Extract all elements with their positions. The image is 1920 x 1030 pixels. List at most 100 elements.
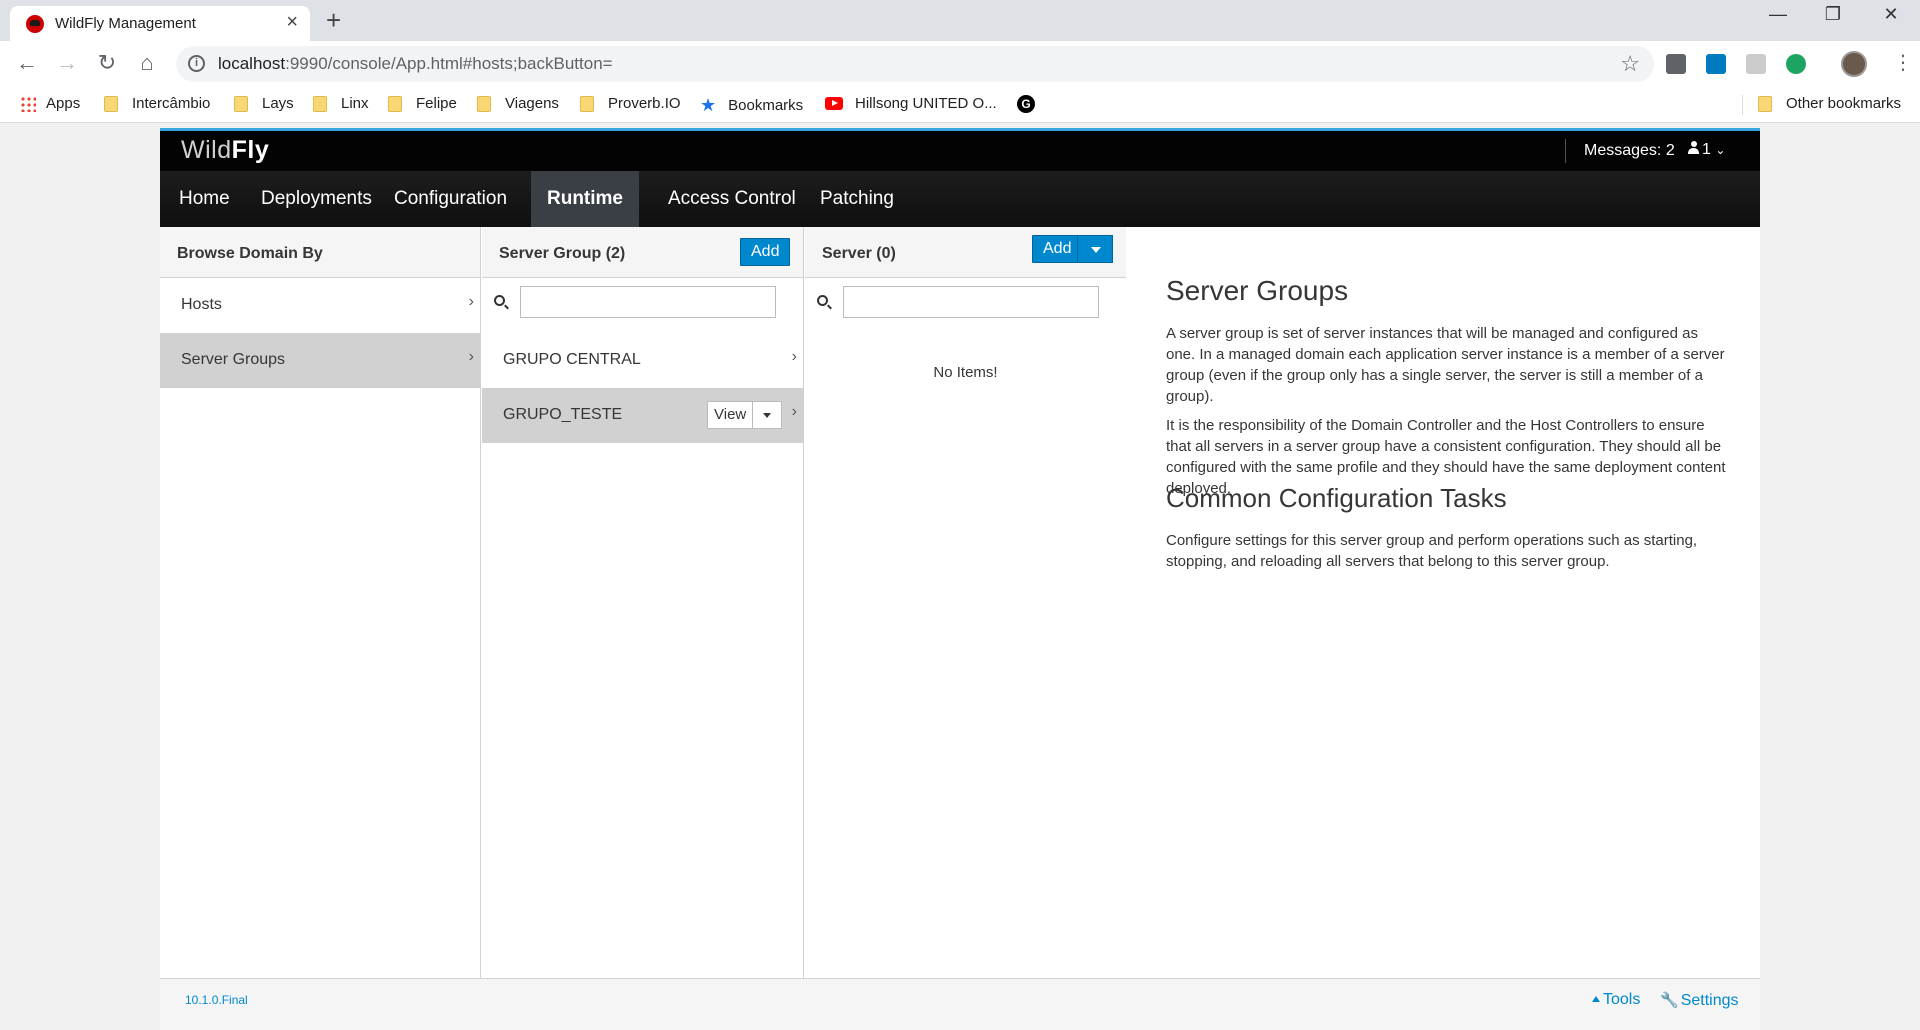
messages-link[interactable]: Messages: 2 [1584,142,1675,160]
profile-avatar[interactable] [1841,51,1867,77]
preview-heading: Server Groups [1166,275,1349,306]
folder-icon [388,95,402,112]
chevron-right-icon: › [791,403,797,420]
preview-paragraph: Configure settings for this server group… [1166,532,1698,570]
search-icon [494,295,505,306]
search-icon [817,295,828,306]
close-tab-icon[interactable]: × [286,12,298,32]
nav-home[interactable]: Home [163,171,246,227]
youtube-icon [825,97,843,110]
column-title: Browse Domain By [177,245,323,262]
caret-down-icon [763,413,771,418]
bookmark-star-icon[interactable]: ☆ [1620,51,1640,77]
preview-subheading: Common Configuration Tasks [1166,483,1507,513]
user-menu[interactable]: 1 ⌄ [1688,141,1725,159]
main-navigation: Home Deployments Configuration Runtime A… [160,171,1760,227]
view-button[interactable]: View [707,401,754,429]
wrench-icon: 🔧 [1660,992,1679,1009]
preview-pane: Server Groups A server group is set of s… [1126,227,1760,978]
add-server-group-button[interactable]: Add [740,238,791,266]
extension-green-icon[interactable] [1786,54,1806,74]
chevron-right-icon: › [468,293,474,310]
home-icon[interactable]: ⌂ [134,51,160,75]
bookmark-hillsong[interactable]: Hillsong UNITED O... [825,95,997,112]
bookmark-g[interactable]: G [1017,95,1035,113]
caret-up-icon [1592,996,1600,1002]
site-info-icon[interactable]: i [188,55,205,72]
bookmark-apps[interactable]: Apps [20,95,80,112]
folder-icon [477,95,491,112]
nav-deployments[interactable]: Deployments [245,171,388,227]
apps-grid-icon [20,95,36,112]
server-group-row-grupo-central[interactable]: GRUPO CENTRAL › [482,333,803,388]
browser-toolbar: ← → ↻ ⌂ i localhost:9990/console/App.htm… [0,41,1920,86]
add-server-dropdown[interactable] [1077,235,1113,263]
bookmark-bookmarks[interactable]: ★ Bookmarks [700,95,803,116]
column-title: Server Group (2) [499,245,626,262]
bookmark-intercambio[interactable]: Intercâmbio [104,95,210,112]
reload-icon[interactable]: ↻ [94,51,120,75]
column-header: Server (0) Add [805,227,1126,278]
bookmark-felipe[interactable]: Felipe [388,95,457,112]
folder-icon [104,95,118,112]
chevron-right-icon: › [791,348,797,365]
g-icon: G [1017,95,1035,113]
settings-link[interactable]: 🔧 Settings [1660,991,1739,1010]
bookmarks-bar: Apps Intercâmbio Lays Linx Felipe Viagen… [0,86,1920,123]
bookmark-lays[interactable]: Lays [234,95,294,112]
trello-icon[interactable] [1706,54,1726,74]
add-server-button[interactable]: Add [1032,235,1083,263]
server-search-input[interactable] [843,286,1099,318]
empty-state-message: No Items! [933,364,998,381]
restore-icon[interactable]: ❐ [1813,4,1853,25]
column-header: Server Group (2) Add [482,227,803,278]
bookmark-linx[interactable]: Linx [313,95,369,112]
app-top-accent [160,128,1760,131]
server-group-search-input[interactable] [520,286,776,318]
folder-icon [234,95,248,112]
url-text[interactable]: localhost:9990/console/App.html#hosts;ba… [218,54,613,74]
nav-access-control[interactable]: Access Control [652,171,812,227]
server-filter [805,278,1126,326]
server-group-filter [482,278,803,326]
server-column: Server (0) Add No Items! [805,227,1127,978]
chevron-down-icon: ⌄ [1715,143,1726,157]
nav-runtime[interactable]: Runtime [531,171,639,227]
browser-menu-icon[interactable]: ⋮ [1893,50,1913,76]
wildfly-favicon-icon [26,15,44,33]
masthead-separator [1565,139,1566,163]
back-icon[interactable]: ← [14,51,40,75]
wildfly-logo[interactable]: WildFly [181,136,269,165]
view-options-dropdown[interactable] [752,401,782,429]
version-label[interactable]: 10.1.0.Final [185,993,248,1007]
tab-title: WildFly Management [55,15,196,32]
footer: 10.1.0.Final Tools 🔧 Settings [160,978,1760,1030]
new-tab-icon[interactable]: + [326,6,341,34]
bookmarks-separator [1742,95,1743,115]
tools-link[interactable]: Tools [1592,991,1640,1009]
minimize-icon[interactable]: — [1758,4,1798,25]
browser-tab-strip: WildFly Management × + — ❐ ✕ [0,0,1920,41]
browse-domain-column: Browse Domain By Hosts › Server Groups › [160,227,481,978]
nav-patching[interactable]: Patching [804,171,910,227]
nav-configuration[interactable]: Configuration [378,171,523,227]
bookmark-proverb[interactable]: Proverb.IO [580,95,681,112]
browse-item-server-groups[interactable]: Server Groups › [160,333,480,388]
extension-lightbulb-icon[interactable] [1666,54,1686,74]
server-group-row-grupo-teste[interactable]: GRUPO_TESTE View › [482,388,803,443]
column-title: Server (0) [822,245,896,262]
extension-m-icon[interactable] [1746,54,1766,74]
bookmark-viagens[interactable]: Viagens [477,95,559,112]
forward-icon[interactable]: → [54,51,80,75]
chevron-right-icon: › [468,348,474,365]
star-icon: ★ [700,95,717,115]
folder-icon [1758,95,1772,112]
close-window-icon[interactable]: ✕ [1871,4,1911,25]
bookmark-other[interactable]: Other bookmarks [1758,95,1901,112]
folder-icon [580,95,594,112]
browser-tab[interactable]: WildFly Management × [10,6,310,41]
wildfly-console: WildFly Messages: 2 1 ⌄ Home Deployments… [160,128,1760,1030]
address-bar[interactable]: i localhost:9990/console/App.html#hosts;… [176,46,1654,82]
column-header: Browse Domain By [160,227,480,278]
browse-item-hosts[interactable]: Hosts › [160,278,480,333]
